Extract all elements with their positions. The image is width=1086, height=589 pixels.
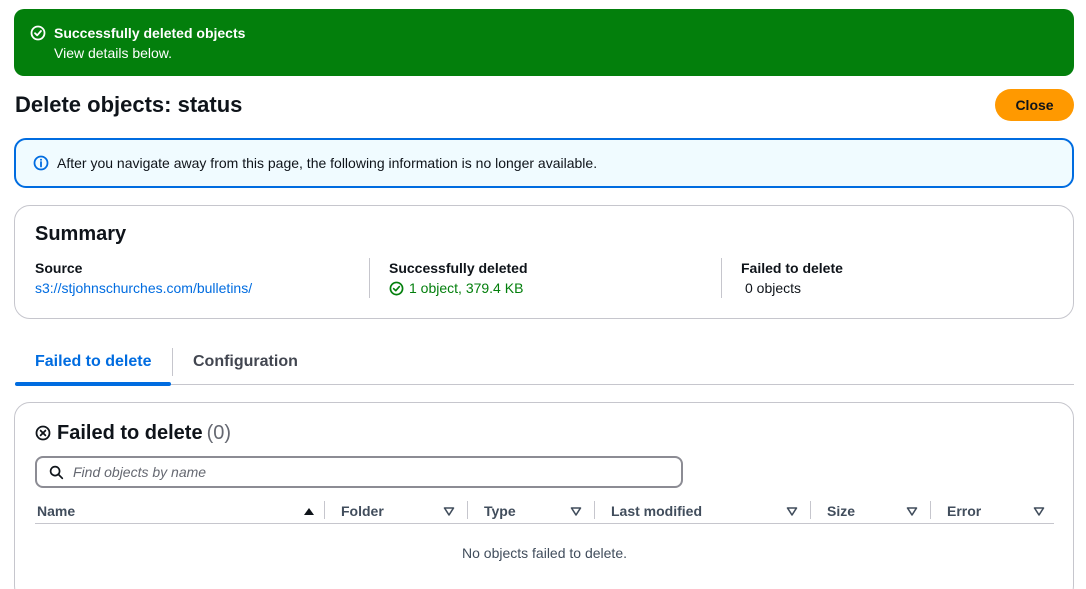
empty-state-message: No objects failed to delete.	[462, 545, 627, 561]
failed-panel-title: Failed to delete	[57, 422, 203, 444]
column-label: Last modified	[611, 503, 703, 519]
column-header-type[interactable]: Type	[484, 499, 582, 523]
failed-panel-header: Failed to delete (0)	[35, 421, 231, 445]
column-header-size[interactable]: Size	[827, 499, 918, 523]
column-label: Type	[484, 503, 516, 519]
column-header-error[interactable]: Error	[947, 499, 1045, 523]
column-divider[interactable]	[594, 501, 595, 519]
flash-title: Successfully deleted objects	[54, 25, 246, 41]
summary-heading: Summary	[35, 223, 127, 245]
tab-failed-to-delete[interactable]: Failed to delete	[15, 340, 172, 386]
tab-list: Failed to delete Configuration	[15, 340, 1074, 386]
info-alert-text: After you navigate away from this page, …	[57, 155, 598, 171]
summary-failed: Failed to delete 0 objects	[741, 258, 843, 298]
sort-icon[interactable]	[570, 505, 582, 517]
source-link[interactable]: s3://stjohnschurches.com/bulletins/	[35, 278, 252, 298]
summary-container: Summary Source s3://stjohnschurches.com/…	[14, 205, 1074, 319]
summary-source: Source s3://stjohnschurches.com/bulletin…	[35, 258, 252, 298]
sort-icon[interactable]	[906, 505, 918, 517]
sort-icon[interactable]	[443, 505, 455, 517]
column-header-last-modified[interactable]: Last modified	[611, 499, 798, 523]
failed-count: (0)	[206, 422, 232, 444]
sort-icon[interactable]	[786, 505, 798, 517]
succeeded-status: 1 object, 379.4 KB	[389, 278, 528, 298]
check-circle-icon	[30, 25, 46, 41]
info-icon	[33, 155, 49, 171]
column-label: Size	[827, 503, 856, 519]
summary-divider	[721, 258, 722, 298]
column-header-folder[interactable]: Folder	[341, 499, 455, 523]
column-divider[interactable]	[324, 501, 325, 519]
succeeded-label: Successfully deleted	[389, 260, 528, 276]
failed-value: 0 objects	[745, 280, 802, 296]
sort-ascending-icon[interactable]	[303, 505, 315, 517]
success-flashbar: Successfully deleted objects View detail…	[14, 9, 1074, 76]
success-check-icon	[389, 281, 404, 295]
column-divider[interactable]	[810, 501, 811, 519]
tab-configuration[interactable]: Configuration	[173, 340, 318, 384]
page-title: Delete objects: status	[15, 92, 243, 117]
summary-succeeded: Successfully deleted 1 object, 379.4 KB	[389, 258, 528, 298]
search-icon	[49, 465, 64, 479]
column-label: Name	[37, 503, 76, 519]
flash-description: View details below.	[54, 45, 173, 61]
table-header: Name Folder Type Last modified Size Erro…	[35, 499, 1054, 524]
search-field[interactable]	[35, 456, 683, 488]
column-divider[interactable]	[467, 501, 468, 519]
sort-icon[interactable]	[1033, 505, 1045, 517]
flash-content: Successfully deleted objects View detail…	[54, 23, 245, 76]
failed-label: Failed to delete	[741, 260, 843, 276]
info-alert: After you navigate away from this page, …	[14, 138, 1074, 188]
search-input[interactable]	[73, 464, 633, 480]
close-button[interactable]: Close	[995, 89, 1074, 121]
column-label: Error	[947, 503, 982, 519]
source-label: Source	[35, 260, 83, 276]
summary-divider	[369, 258, 370, 298]
error-circle-icon	[35, 425, 51, 441]
failed-to-delete-container: Failed to delete (0) Name Folder Type La…	[14, 402, 1074, 589]
column-divider[interactable]	[930, 501, 931, 519]
column-header-name[interactable]: Name	[37, 499, 315, 523]
column-label: Folder	[341, 503, 384, 519]
succeeded-value: 1 object, 379.4 KB	[409, 280, 524, 296]
